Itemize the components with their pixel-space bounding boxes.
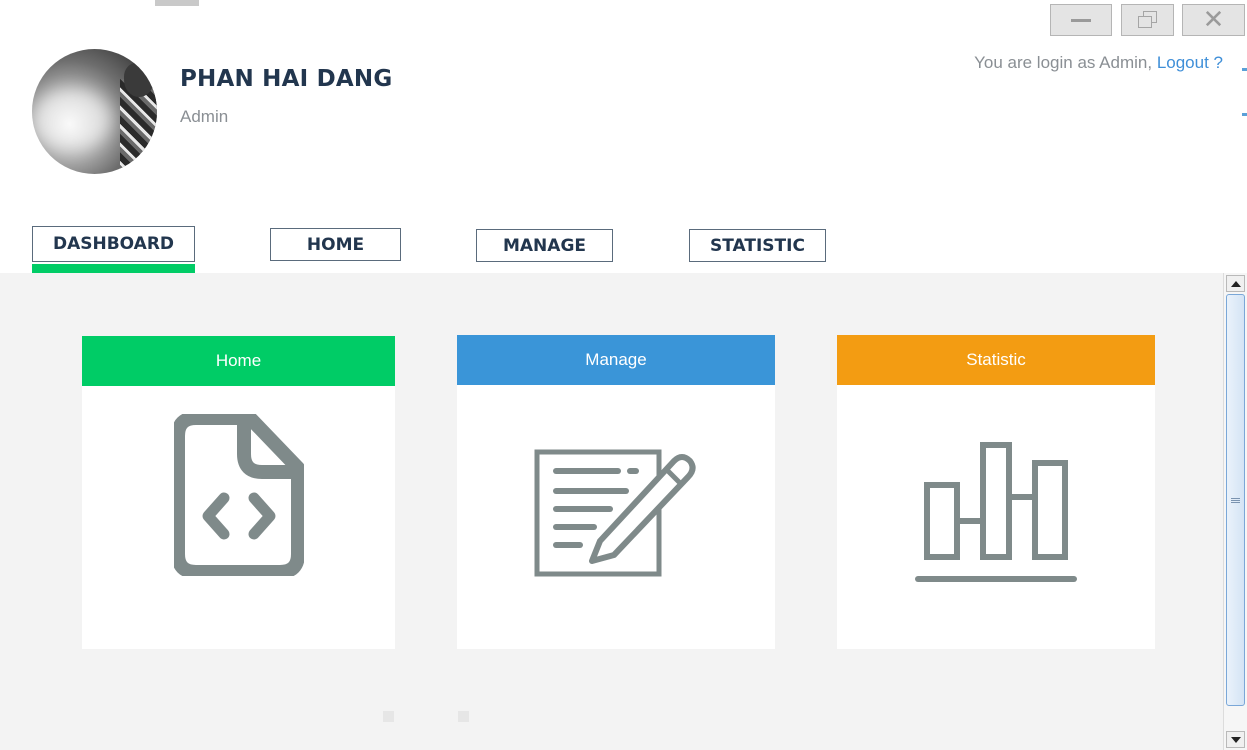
card-title: Manage bbox=[585, 350, 647, 369]
dashboard-panel: Home Manage Statistic bbox=[0, 273, 1223, 750]
card-title: Home bbox=[215, 351, 262, 370]
minimize-button[interactable] bbox=[1050, 4, 1112, 36]
manage-card-header[interactable]: Manage bbox=[457, 335, 775, 385]
decorative-square bbox=[458, 711, 469, 722]
tab-manage[interactable]: MANAGE bbox=[476, 229, 613, 262]
home-card[interactable]: Home bbox=[82, 336, 395, 649]
bar-chart-icon bbox=[837, 441, 1155, 585]
scroll-thumb[interactable] bbox=[1226, 294, 1245, 706]
background-thumbnail bbox=[155, 0, 199, 6]
tab-label: DASHBOARD bbox=[52, 234, 175, 254]
active-tab-indicator bbox=[32, 264, 195, 273]
login-status: You are login as Admin, Logout ? bbox=[974, 53, 1223, 73]
arrow-up-icon bbox=[1230, 280, 1241, 287]
tab-label: HOME bbox=[306, 234, 365, 255]
background-code-strip bbox=[155, 0, 565, 6]
restore-icon bbox=[1137, 11, 1158, 29]
maximize-button[interactable] bbox=[1121, 4, 1174, 36]
tab-statistic[interactable]: STATISTIC bbox=[689, 229, 826, 262]
statistic-card-header[interactable]: Statistic bbox=[837, 335, 1155, 385]
edge-artifact bbox=[1242, 68, 1247, 71]
avatar bbox=[32, 49, 157, 174]
home-card-header[interactable]: Home bbox=[82, 336, 395, 386]
tab-home[interactable]: HOME bbox=[270, 228, 401, 261]
grip-icon bbox=[1231, 497, 1240, 503]
statistic-card[interactable]: Statistic bbox=[837, 335, 1155, 649]
edge-artifact bbox=[1242, 113, 1247, 116]
vertical-scrollbar[interactable] bbox=[1223, 273, 1247, 750]
manage-card[interactable]: Manage bbox=[457, 335, 775, 649]
close-button[interactable]: ✕ bbox=[1182, 4, 1245, 36]
logout-link[interactable]: Logout ? bbox=[1157, 53, 1223, 72]
minimize-icon bbox=[1071, 18, 1091, 22]
tab-label: STATISTIC bbox=[710, 235, 805, 256]
app-window: ✕ PHAN HAI DANG Admin You are login as A… bbox=[0, 0, 1247, 750]
decorative-square bbox=[383, 711, 394, 722]
scroll-up-button[interactable] bbox=[1226, 275, 1245, 292]
scroll-down-button[interactable] bbox=[1226, 731, 1245, 748]
edit-document-icon bbox=[457, 449, 775, 577]
tab-dashboard[interactable]: DASHBOARD bbox=[32, 226, 195, 262]
close-icon: ✕ bbox=[1202, 5, 1225, 35]
login-status-text: You are login as Admin, bbox=[974, 53, 1157, 72]
user-name: PHAN HAI DANG bbox=[180, 66, 393, 92]
user-role: Admin bbox=[180, 107, 229, 126]
tab-label: MANAGE bbox=[502, 235, 587, 256]
arrow-down-icon bbox=[1230, 736, 1241, 743]
card-title: Statistic bbox=[966, 350, 1026, 369]
code-file-icon bbox=[82, 414, 395, 576]
